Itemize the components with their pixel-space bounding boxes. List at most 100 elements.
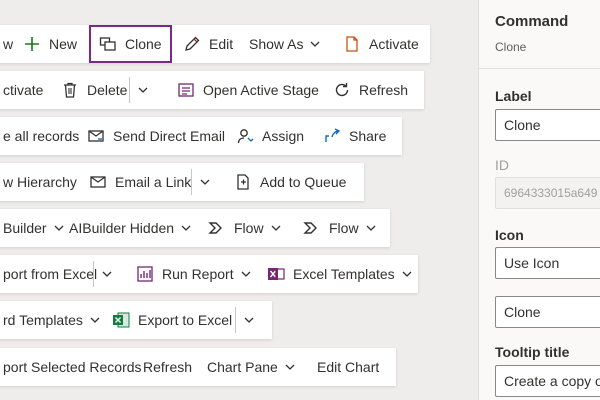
- tooltip-title-heading: Tooltip title: [495, 344, 570, 360]
- command-bar-row-3: e all records Send Direct Email Assign Shar…: [0, 117, 402, 155]
- split-menu-button[interactable]: [93, 256, 120, 292]
- command-assign-button[interactable]: Assign: [227, 118, 313, 154]
- command-label: Export to Excel: [138, 312, 233, 328]
- share-icon: [323, 127, 341, 145]
- panel-divider: [479, 68, 600, 69]
- flow-icon: [303, 219, 321, 237]
- panel-title: Command: [495, 13, 569, 30]
- command-email-a-link-button[interactable]: Email a Link: [80, 164, 200, 200]
- command-label: Chart Pane: [207, 359, 278, 375]
- label-input[interactable]: Clone: [495, 109, 600, 141]
- command-label: Refresh: [143, 359, 193, 375]
- command-port-selected-records-button[interactable]: port Selected Records: [0, 349, 151, 385]
- command-properties-panel: Command Clone Label Clone ID 6964333015a…: [478, 0, 600, 400]
- command-new-button[interactable]: New: [14, 26, 86, 62]
- command-show-as-button[interactable]: Show As: [240, 26, 330, 62]
- command-label: AIBuilder Hidden: [69, 220, 175, 236]
- command-refresh-button[interactable]: Refresh: [134, 349, 201, 385]
- document-icon: [343, 35, 361, 53]
- stage-icon: [177, 81, 195, 99]
- pencil-icon: [183, 35, 201, 53]
- command-export-to-excel-button[interactable]: Export to Excel: [103, 302, 241, 338]
- command-flow-button[interactable]: Flow: [294, 210, 386, 246]
- split-menu-button[interactable]: [191, 164, 218, 200]
- label-heading: Label: [495, 88, 532, 104]
- flow-icon: [208, 219, 226, 237]
- command-label: Edit Chart: [317, 359, 380, 375]
- email-icon: [87, 127, 105, 145]
- command-refresh-button[interactable]: Refresh: [324, 72, 417, 108]
- chevron-down-icon: [240, 268, 252, 280]
- command-delete-button[interactable]: Delete: [52, 72, 136, 108]
- chevron-down-icon: [309, 38, 321, 50]
- command-label: Share: [349, 128, 387, 144]
- command-bar-row-8: port Selected Records Refresh Chart Pane Ed…: [0, 348, 396, 386]
- command-activate-button[interactable]: Activate: [334, 26, 428, 62]
- command-rd-templates-button[interactable]: rd Templates: [0, 302, 110, 338]
- command-label: w: [3, 36, 14, 52]
- clone-icon: [99, 35, 117, 53]
- command-label: port Selected Records: [3, 359, 142, 375]
- command-chart-pane-button[interactable]: Chart Pane: [198, 349, 305, 385]
- chevron-down-icon[interactable]: [236, 302, 262, 338]
- icon-heading: Icon: [495, 227, 524, 243]
- command-port-from-excel-button[interactable]: port from Excel: [0, 256, 106, 292]
- icon-value-select[interactable]: Clone: [495, 296, 600, 328]
- refresh-icon: [333, 81, 351, 99]
- command-bar-row-5: Builder AIBuilder Hidden Flow Flow: [0, 209, 390, 247]
- trash-icon: [61, 81, 79, 99]
- command-label: Refresh: [359, 82, 409, 98]
- plus-icon: [23, 35, 41, 53]
- command-label: Clone: [125, 36, 162, 52]
- command-label: Show As: [249, 36, 304, 52]
- command-bar-row-1: w New Clone Edit Show As Activate: [0, 25, 430, 63]
- chevron-down-icon[interactable]: [192, 164, 218, 200]
- command-open-active-stage-button[interactable]: Open Active Stage: [168, 72, 328, 108]
- command-flow-button[interactable]: Flow: [199, 210, 291, 246]
- command-edit-chart-button[interactable]: Edit Chart: [308, 349, 388, 385]
- report-icon: [136, 265, 154, 283]
- command-add-to-queue-button[interactable]: Add to Queue: [225, 164, 355, 200]
- excel-template-icon: [267, 265, 285, 283]
- chevron-down-icon: [89, 314, 101, 326]
- command-bar-row-4: w Hierarchy Email a Link Add to Queue: [0, 163, 364, 201]
- command-send-direct-email-button[interactable]: Send Direct Email: [78, 118, 234, 154]
- tooltip-title-input[interactable]: Create a copy of: [495, 365, 600, 397]
- command-label: Run Report: [162, 266, 234, 282]
- command-e-all-records-button[interactable]: e all records: [0, 118, 88, 154]
- command-label: rd Templates: [3, 312, 83, 328]
- command-share-button[interactable]: Share: [314, 118, 395, 154]
- command-label: Edit: [209, 36, 234, 52]
- command-run-report-button[interactable]: Run Report: [127, 256, 261, 292]
- chevron-down-icon: [270, 222, 282, 234]
- command-clone-button[interactable]: Clone: [89, 25, 172, 63]
- chevron-down-icon: [365, 222, 377, 234]
- command-label: w Hierarchy: [3, 174, 77, 190]
- chevron-down-icon: [284, 361, 296, 373]
- split-menu-button[interactable]: [129, 72, 156, 108]
- panel-subtitle: Clone: [495, 40, 527, 54]
- command-label: ctivate: [3, 82, 44, 98]
- command-label: Flow: [234, 220, 264, 236]
- split-menu-button[interactable]: [235, 302, 262, 338]
- command-label: Add to Queue: [260, 174, 347, 190]
- chevron-down-icon[interactable]: [130, 72, 156, 108]
- command-ctivate-button[interactable]: ctivate: [0, 72, 52, 108]
- command-bar-canvas: w New Clone Edit Show As Activate ctivate Delet…: [0, 0, 478, 400]
- command-aibuilder-hidden-button[interactable]: AIBuilder Hidden: [60, 210, 201, 246]
- id-field: 6964333015a649: [495, 177, 600, 209]
- command-excel-templates-button[interactable]: Excel Templates: [258, 256, 422, 292]
- excel-icon: [112, 311, 130, 329]
- command-w-hierarchy-button[interactable]: w Hierarchy: [0, 164, 86, 200]
- queue-icon: [234, 173, 252, 191]
- chevron-down-icon[interactable]: [94, 256, 120, 292]
- command-label: Excel Templates: [293, 266, 395, 282]
- command-bar-row-2: ctivate Delete Open Active Stage Refresh: [0, 71, 424, 109]
- icon-mode-select[interactable]: Use Icon: [495, 247, 600, 279]
- id-heading: ID: [495, 157, 509, 173]
- command-label: Delete: [87, 82, 128, 98]
- command-bar-row-7: rd Templates Export to Excel: [0, 301, 272, 339]
- command-label: port from Excel: [3, 266, 98, 282]
- command-edit-button[interactable]: Edit: [174, 26, 242, 62]
- command-label: Email a Link: [115, 174, 192, 190]
